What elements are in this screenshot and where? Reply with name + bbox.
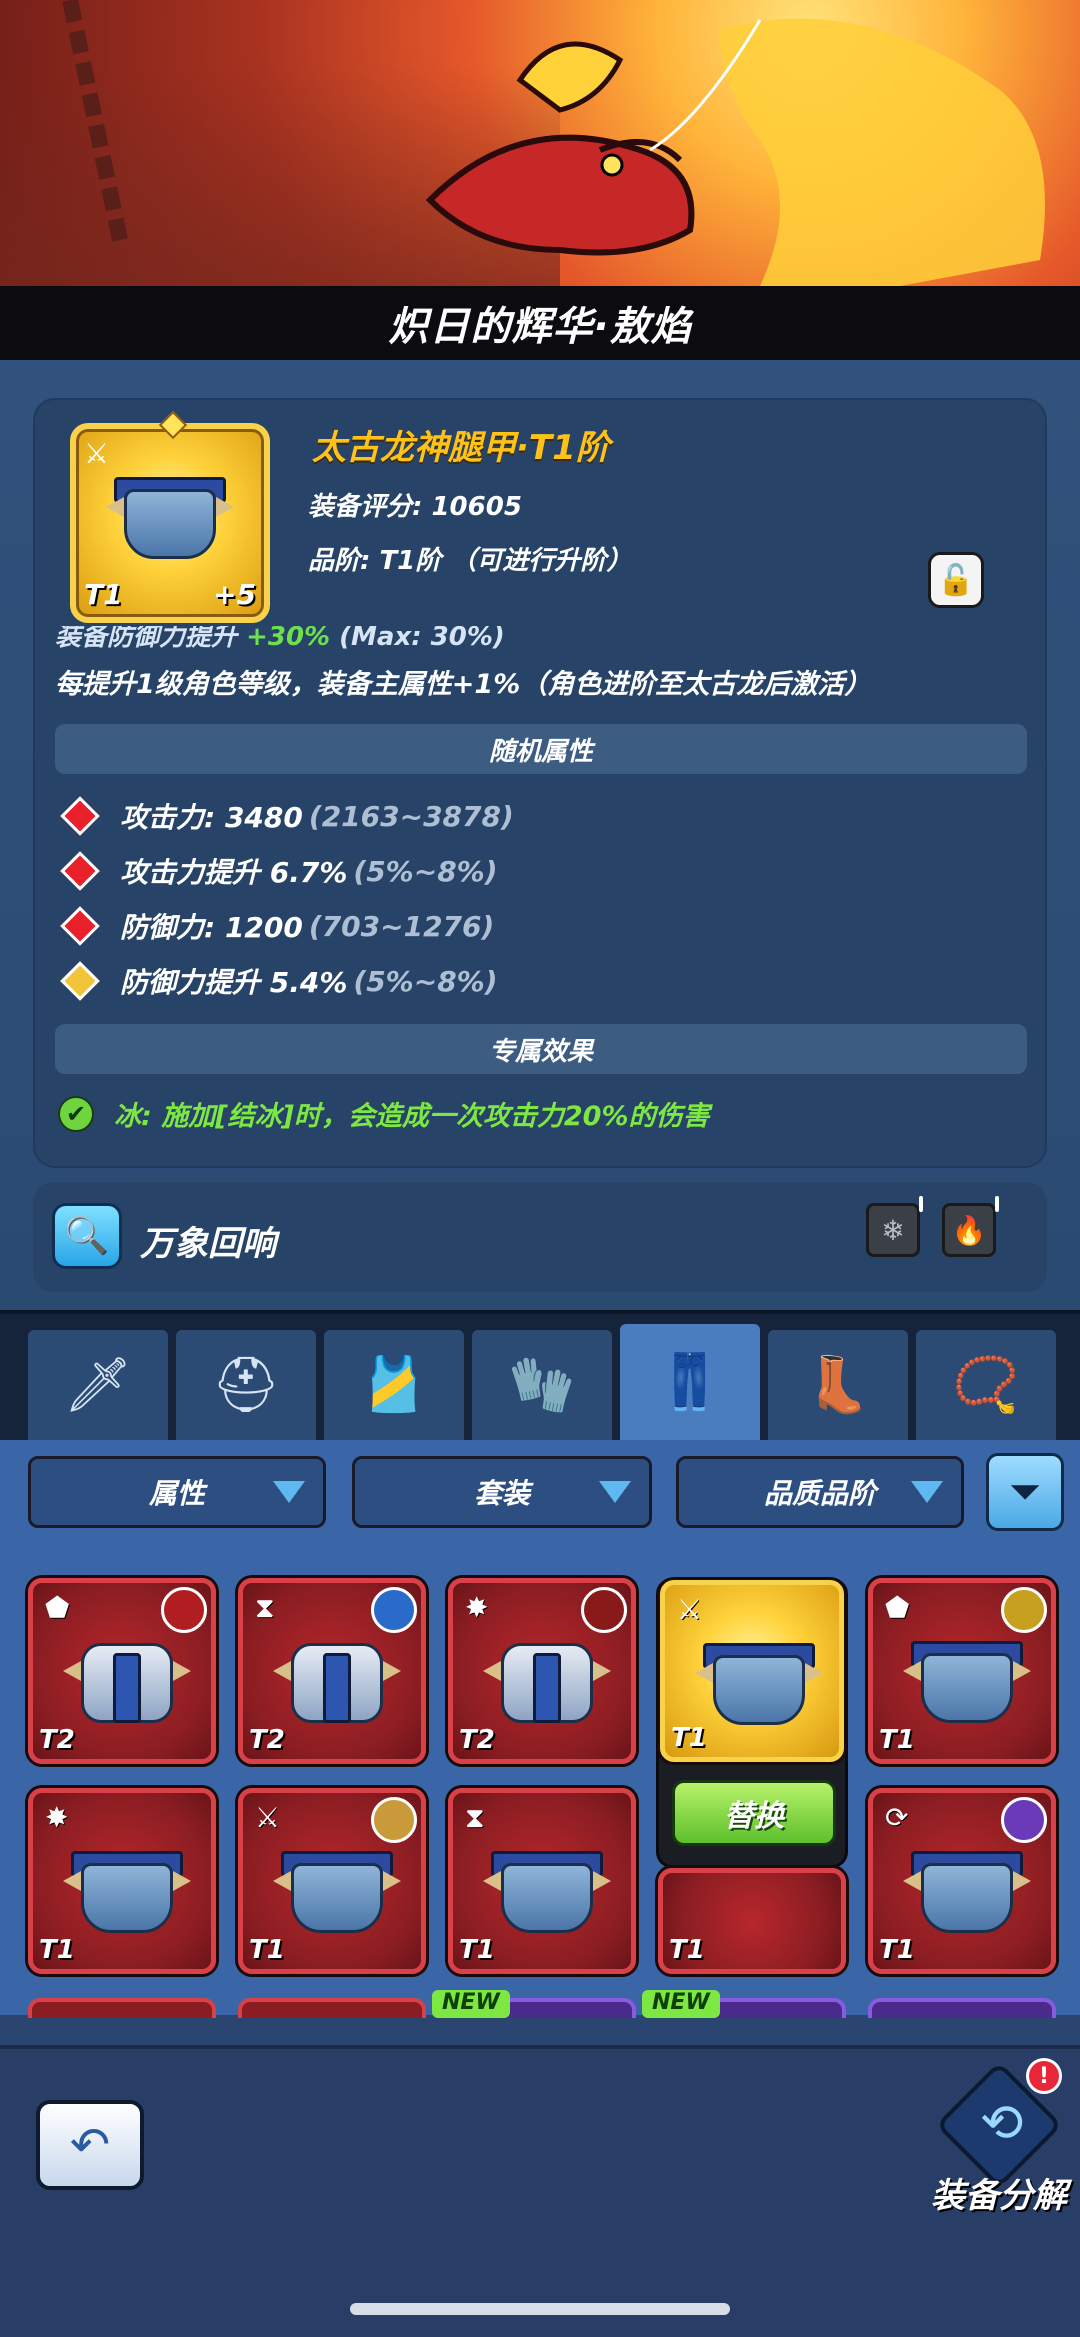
trait-icon: ✸ bbox=[465, 1591, 489, 1624]
special-effects-header: 专属效果 bbox=[55, 1024, 1027, 1074]
legs-icon: 👖 bbox=[656, 1350, 724, 1413]
funnel-icon: ⏷ bbox=[1009, 1469, 1041, 1515]
filter-clear-button[interactable]: ⏷ bbox=[986, 1453, 1064, 1531]
replace-button[interactable]: 替换 bbox=[672, 1780, 836, 1846]
random-attributes-header: 随机属性 bbox=[55, 724, 1027, 774]
tab-bracer[interactable]: 🧤 bbox=[472, 1330, 612, 1440]
new-badge: NEW bbox=[642, 1990, 720, 2018]
boots-icon: 👢 bbox=[804, 1353, 872, 1416]
tab-helmet[interactable]: ⛑ bbox=[176, 1330, 316, 1440]
trait-icon: ⚔ bbox=[255, 1801, 281, 1834]
equipment-card[interactable]: T1 bbox=[658, 1868, 846, 1974]
equipment-card[interactable]: ✸ T1 bbox=[28, 1788, 216, 1974]
leg-armor-icon bbox=[106, 459, 234, 569]
stat-row: 防御力: 1200 (703~1276) bbox=[60, 906, 494, 946]
chevron-down-icon bbox=[273, 1481, 305, 1503]
lock-button[interactable]: 🔓 bbox=[928, 552, 984, 608]
dragon-illustration bbox=[62, 0, 1045, 286]
item-thumbnail: ⚔ T1 +5 bbox=[70, 410, 270, 623]
snowflake-icon[interactable]: ❄ bbox=[866, 1196, 923, 1257]
stat-row: 攻击力: 3480 (2163~3878) bbox=[60, 796, 514, 836]
equipment-card[interactable]: ✸ T2 bbox=[448, 1578, 636, 1764]
item-name: 太古龙神腿甲·T1阶 bbox=[312, 428, 610, 468]
magnifier-icon[interactable]: 🔍 bbox=[52, 1203, 122, 1269]
trait-icon: ⟳ bbox=[885, 1801, 909, 1834]
set-badge-icon bbox=[371, 1587, 417, 1633]
salvage-label: 装备分解 bbox=[931, 2176, 1067, 2216]
equipment-card[interactable]: ⧗ T2 bbox=[238, 1578, 426, 1764]
thumb-enhance-level: +5 bbox=[213, 578, 256, 611]
equipment-card[interactable]: ⚔ T1 bbox=[238, 1788, 426, 1974]
chevron-down-icon bbox=[599, 1481, 631, 1503]
unlock-icon: 🔓 bbox=[937, 562, 975, 598]
equipment-card[interactable]: ⟳ T1 bbox=[868, 1788, 1056, 1974]
tab-weapon[interactable]: 🗡 bbox=[28, 1330, 168, 1440]
sword-icon: 🗡 bbox=[63, 1353, 133, 1416]
helmet-icon: ⛑ bbox=[211, 1353, 281, 1416]
hero-banner bbox=[0, 0, 1080, 286]
filter-attribute[interactable]: 属性 bbox=[28, 1456, 326, 1528]
chevron-down-icon bbox=[911, 1481, 943, 1503]
stat-row: 防御力提升 5.4% (5%~8%) bbox=[60, 961, 498, 1001]
stat-row: 攻击力提升 6.7% (5%~8%) bbox=[60, 851, 498, 891]
filter-set[interactable]: 套装 bbox=[352, 1456, 652, 1528]
equipment-card[interactable]: ⬟ T2 bbox=[28, 1578, 216, 1764]
level-scaling-description: 每提升1级角色等级，装备主属性+1%（角色进阶至太古龙后激活） bbox=[55, 669, 872, 700]
gold-diamond-icon bbox=[60, 961, 100, 1001]
notification-badge: ! bbox=[1026, 2058, 1062, 2094]
trait-icon: ⧗ bbox=[465, 1801, 485, 1834]
thumb-tier: T1 bbox=[84, 578, 123, 611]
item-score: 装备评分: 10605 bbox=[308, 492, 522, 522]
trait-icon: ⬟ bbox=[45, 1591, 70, 1624]
red-diamond-icon bbox=[60, 906, 100, 946]
necklace-icon: 📿 bbox=[952, 1353, 1020, 1416]
home-indicator[interactable] bbox=[350, 2303, 730, 2315]
special-effect-row: ✔ 冰: 施加[结冰]时，会造成一次攻击力20%的伤害 bbox=[58, 1094, 710, 1133]
trait-icon: ⬟ bbox=[885, 1591, 910, 1624]
item-grade: 品阶: T1阶 （可进行升阶） bbox=[308, 546, 633, 576]
trait-icon: ✸ bbox=[45, 1801, 69, 1834]
equipment-card[interactable]: ⬟ T1 bbox=[868, 1578, 1056, 1764]
tab-armor[interactable]: 🎽 bbox=[324, 1330, 464, 1440]
banner-title: 炽日的辉华·敖焰 bbox=[388, 304, 692, 350]
red-diamond-icon bbox=[60, 851, 100, 891]
bracer-icon: 🧤 bbox=[508, 1353, 576, 1416]
fire-icon[interactable]: 🔥 bbox=[942, 1196, 999, 1257]
equipment-card-partial[interactable] bbox=[868, 1998, 1056, 2018]
chest-armor-icon: 🎽 bbox=[360, 1353, 428, 1416]
trait-icon: ⧗ bbox=[255, 1591, 275, 1624]
check-icon: ✔ bbox=[58, 1095, 94, 1132]
trait-icon: ⚔ bbox=[677, 1593, 703, 1626]
set-badge-icon bbox=[1001, 1587, 1047, 1633]
set-badge-icon bbox=[371, 1797, 417, 1843]
echo-label[interactable]: 万象回响 bbox=[140, 1216, 276, 1265]
filter-quality[interactable]: 品质品阶 bbox=[676, 1456, 964, 1528]
salvage-button[interactable]: ! 装备分解 bbox=[924, 2050, 1074, 2230]
banner-title-bar: 炽日的辉华·敖焰 bbox=[0, 286, 1080, 360]
back-arrow-icon: ↶ bbox=[69, 2117, 111, 2173]
equipment-card[interactable]: ⧗ T1 bbox=[448, 1788, 636, 1974]
set-badge-icon bbox=[161, 1587, 207, 1633]
equipment-card-partial[interactable] bbox=[28, 1998, 216, 2018]
red-diamond-icon bbox=[60, 796, 100, 836]
tab-necklace[interactable]: 📿 bbox=[916, 1330, 1056, 1440]
sword-mark-icon: ⚔ bbox=[84, 437, 110, 470]
set-badge-icon bbox=[581, 1587, 627, 1633]
tab-boots[interactable]: 👢 bbox=[768, 1330, 908, 1440]
bottom-bar bbox=[0, 2045, 1080, 2337]
set-badge-icon bbox=[1001, 1797, 1047, 1843]
equipment-card-partial[interactable] bbox=[238, 1998, 426, 2018]
tab-legs[interactable]: 👖 bbox=[620, 1324, 760, 1440]
equipment-card-selected[interactable]: ⚔ T1 bbox=[660, 1580, 844, 1762]
back-button[interactable]: ↶ bbox=[36, 2100, 144, 2190]
new-badge: NEW bbox=[432, 1990, 510, 2018]
